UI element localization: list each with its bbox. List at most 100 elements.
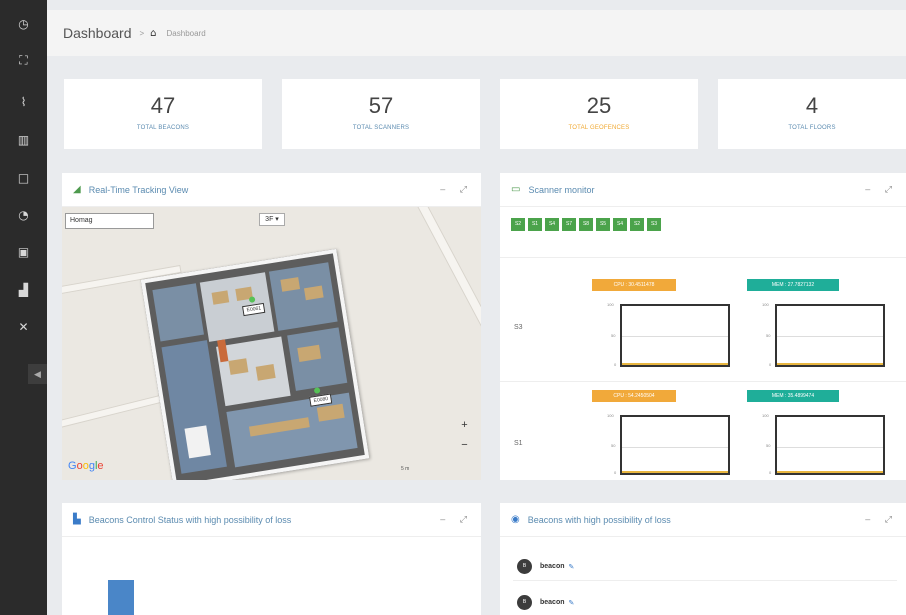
- stat-label: TOTAL GEOFENCES: [568, 125, 630, 131]
- zoom-out-button[interactable]: −: [458, 439, 471, 452]
- scanner-label: S3: [514, 324, 523, 331]
- beacon-avatar: B: [517, 595, 532, 610]
- map-view[interactable]: Homag 3F ▾ E0061 E0080 + − Google 5 m: [62, 207, 481, 480]
- tracking-panel: ◢ Real-Time Tracking View – ⤢ Homag 3F ▾: [62, 173, 481, 480]
- panel-header: ▙ Beacons Control Status with high possi…: [62, 503, 481, 537]
- info-icon: ◉: [511, 514, 520, 525]
- map-scale: 5 m: [401, 466, 410, 472]
- control-status-panel: ▙ Beacons Control Status with high possi…: [62, 503, 481, 615]
- beacon-name[interactable]: beacon: [540, 563, 565, 570]
- zoom-in-button[interactable]: +: [458, 419, 471, 432]
- axis-tick: 50: [766, 333, 771, 338]
- axis-tick: 0: [614, 470, 617, 475]
- axis-tick: 100: [607, 302, 614, 307]
- scanner-chip[interactable]: S2: [630, 218, 644, 231]
- panel-header: ▭ Scanner monitor – ⤢: [500, 173, 906, 207]
- scanner-chip[interactable]: S8: [579, 218, 593, 231]
- map-search-input[interactable]: Homag: [65, 213, 154, 229]
- map-road: [62, 392, 172, 430]
- axis-tick: 50: [766, 443, 771, 448]
- stat-label: TOTAL BEACONS: [136, 125, 190, 131]
- panel-tools[interactable]: – ⤢: [440, 184, 473, 195]
- square-icon[interactable]: □: [0, 164, 47, 192]
- cpu-chart: [620, 304, 730, 367]
- map-icon[interactable]: ▥: [0, 126, 47, 154]
- image-icon[interactable]: ▣: [0, 238, 47, 266]
- rss-icon[interactable]: ⌇: [0, 88, 47, 116]
- google-logo: Google: [68, 460, 104, 472]
- desk: [228, 358, 249, 375]
- home-icon[interactable]: ⌂: [150, 28, 156, 39]
- floor-select[interactable]: 3F ▾: [259, 213, 285, 226]
- panel-tools[interactable]: – ⤢: [865, 514, 898, 525]
- monitor-icon: ▭: [511, 184, 521, 195]
- area-chart-icon: ◢: [73, 184, 81, 195]
- bar-chart-icon: ▙: [73, 514, 81, 525]
- desk: [255, 364, 276, 381]
- axis-tick: 100: [762, 302, 769, 307]
- scanner-chip[interactable]: S3: [647, 218, 661, 231]
- stat-card-scanners: 57 TOTAL SCANNERS: [282, 79, 480, 149]
- axis-tick: 50: [611, 443, 616, 448]
- panel-title: Scanner monitor: [528, 184, 595, 195]
- floor-plan: E0061 E0080: [140, 248, 370, 480]
- beacon-marker[interactable]: [313, 387, 321, 394]
- tracking-icon[interactable]: ⛶: [0, 46, 47, 74]
- edit-icon[interactable]: ✎: [569, 599, 575, 607]
- chart-icon[interactable]: ▟: [0, 276, 47, 304]
- dashboard-icon[interactable]: ◷: [0, 10, 47, 38]
- status-bar[interactable]: [108, 580, 134, 615]
- clock-icon[interactable]: ◔: [0, 201, 47, 229]
- axis-tick: 0: [614, 362, 617, 367]
- stat-value: 4: [805, 93, 819, 118]
- scanner-chip[interactable]: S4: [545, 218, 559, 231]
- stat-label: TOTAL SCANNERS: [352, 125, 410, 131]
- room: [268, 262, 338, 331]
- axis-tick: 50: [611, 333, 616, 338]
- scanner-chip[interactable]: S4: [613, 218, 627, 231]
- scanner-chips: S2 S1 S4 S7 S8 S5 S4 S2 S3: [511, 218, 661, 231]
- beacon-avatar: B: [517, 559, 532, 574]
- sidebar-toggle-icon[interactable]: ◀: [28, 364, 47, 384]
- scanner-row: S3 CPU : 30.4511478 MEM : 27.7827132 100…: [500, 257, 906, 367]
- breadcrumb-separator: >: [139, 28, 145, 38]
- panel-header: ◢ Real-Time Tracking View – ⤢: [62, 173, 481, 207]
- mem-badge: MEM : 35.4899474: [747, 390, 839, 402]
- list-item[interactable]: B beacon ✎: [513, 589, 897, 615]
- page-header: Dashboard > ⌂ Dashboard: [47, 10, 906, 56]
- axis-tick: 100: [762, 413, 769, 418]
- cpu-badge: CPU : 54.2450504: [592, 390, 676, 402]
- panel-title: Beacons with high possibility of loss: [527, 514, 671, 525]
- axis-tick: 100: [607, 413, 614, 418]
- stat-card-beacons: 47 TOTAL BEACONS: [64, 79, 262, 149]
- room: [184, 425, 211, 459]
- breadcrumb[interactable]: Dashboard: [167, 29, 206, 38]
- loss-panel: ◉ Beacons with high possibility of loss …: [500, 503, 906, 615]
- axis-tick: 0: [769, 362, 772, 367]
- edit-icon[interactable]: ✎: [569, 563, 575, 571]
- panel-title: Real-Time Tracking View: [88, 184, 189, 195]
- room: [152, 283, 204, 342]
- stat-label: TOTAL FLOORS: [788, 125, 836, 131]
- axis-tick: 0: [769, 470, 772, 475]
- scanner-row: S1 CPU : 54.2450504 MEM : 35.4899474 100…: [500, 381, 906, 480]
- list-item[interactable]: B beacon ✎: [513, 553, 897, 581]
- scanner-chip[interactable]: S5: [596, 218, 610, 231]
- mem-chart: [775, 415, 885, 475]
- stat-card-floors: 4 TOTAL FLOORS: [718, 79, 906, 149]
- sidebar: ◷ ⛶ ⌇ ▥ □ ◔ ▣ ▟ ✕ ◀: [0, 0, 47, 615]
- page-title: Dashboard: [63, 25, 132, 41]
- scanner-chip[interactable]: S1: [528, 218, 542, 231]
- beacon-name[interactable]: beacon: [540, 599, 565, 606]
- panel-title: Beacons Control Status with high possibi…: [88, 514, 292, 525]
- map-road: [402, 207, 481, 330]
- room: [216, 336, 291, 407]
- cpu-chart: [620, 415, 730, 475]
- scanner-chip[interactable]: S2: [511, 218, 525, 231]
- tools-icon[interactable]: ✕: [0, 313, 47, 341]
- stat-value: 47: [150, 93, 176, 118]
- panel-tools[interactable]: – ⤢: [865, 184, 898, 195]
- scanner-chip[interactable]: S7: [562, 218, 576, 231]
- desk: [211, 290, 230, 305]
- panel-tools[interactable]: – ⤢: [440, 514, 473, 525]
